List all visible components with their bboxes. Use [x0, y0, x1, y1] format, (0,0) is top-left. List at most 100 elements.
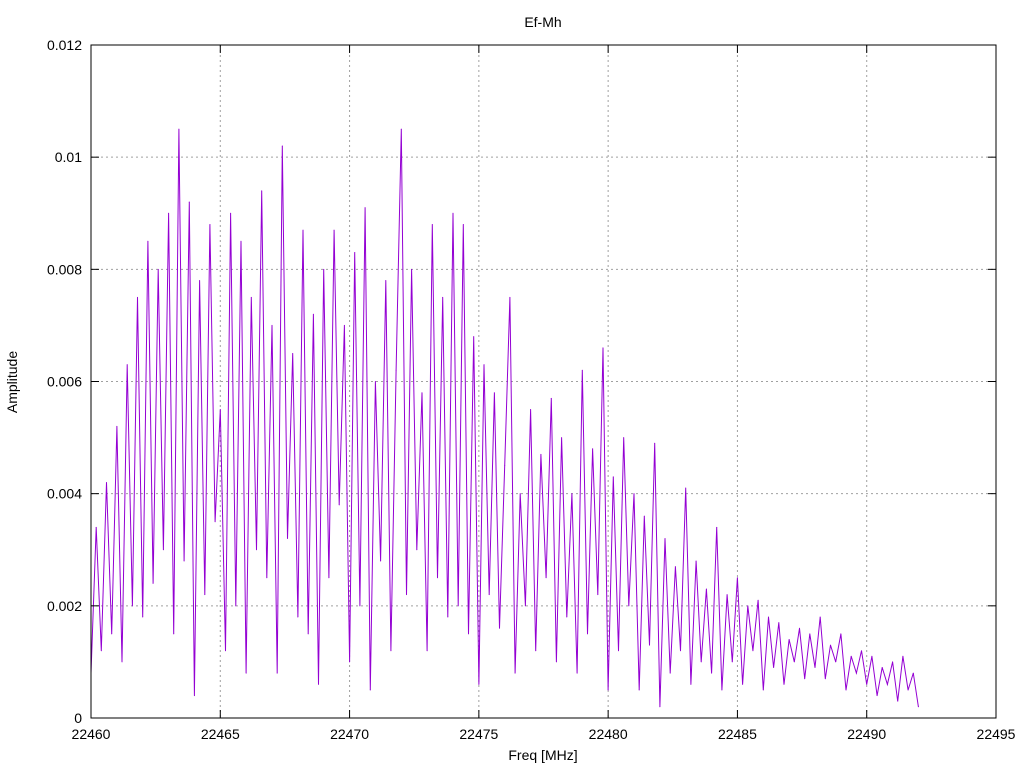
data-point [576, 672, 578, 674]
data-point [685, 487, 687, 489]
data-point [359, 605, 361, 607]
data-point [173, 633, 175, 635]
data-point [204, 594, 206, 596]
data-point [323, 268, 325, 270]
data-point [131, 605, 133, 607]
data-point [152, 582, 154, 584]
data-point [664, 538, 666, 540]
data-point [452, 212, 454, 214]
data-point [752, 650, 754, 652]
data-point [307, 633, 309, 635]
data-point [250, 296, 252, 298]
data-point [866, 683, 868, 685]
data-point [690, 683, 692, 685]
data-point [778, 622, 780, 624]
grid [91, 45, 996, 718]
data-point [819, 616, 821, 618]
data-point [442, 296, 444, 298]
data-point [111, 633, 113, 635]
data-point [385, 280, 387, 282]
data-point [633, 493, 635, 495]
data-point [845, 689, 847, 691]
data-point [209, 223, 211, 225]
data-point [447, 616, 449, 618]
data-point [705, 588, 707, 590]
data-point [178, 128, 180, 130]
data-point [462, 223, 464, 225]
data-point [902, 655, 904, 657]
y-axis-label: Amplitude [4, 351, 20, 413]
data-point [912, 672, 914, 674]
x-tick-label: 22470 [330, 726, 369, 742]
data-point [504, 465, 506, 467]
data-point [276, 672, 278, 674]
data-point [783, 683, 785, 685]
data-point [245, 672, 247, 674]
x-tick-label: 22460 [72, 726, 111, 742]
data-point [426, 650, 428, 652]
data-point [297, 616, 299, 618]
data-point [757, 599, 759, 601]
data-point [855, 672, 857, 674]
data-point [540, 453, 542, 455]
data-point [219, 409, 221, 411]
data-point [649, 644, 651, 646]
data-point [530, 409, 532, 411]
data-point [555, 661, 557, 663]
data-point [281, 145, 283, 147]
y-tick-label: 0.002 [47, 598, 82, 614]
data-point [721, 689, 723, 691]
data-point [680, 650, 682, 652]
data-point [261, 190, 263, 192]
data-point [193, 695, 195, 697]
data-point [623, 437, 625, 439]
y-tick-label: 0.006 [47, 374, 82, 390]
data-point [535, 650, 537, 652]
data-point [519, 493, 521, 495]
data-point [602, 347, 604, 349]
data-point [876, 695, 878, 697]
data-point [726, 594, 728, 596]
data-point [700, 661, 702, 663]
x-tick-label: 22465 [201, 726, 240, 742]
data-point [292, 352, 294, 354]
data-point [711, 672, 713, 674]
data-point [747, 605, 749, 607]
data-point [716, 526, 718, 528]
data-point [416, 549, 418, 551]
data-point [343, 324, 345, 326]
data-point [457, 605, 459, 607]
y-tick-label: 0 [74, 710, 82, 726]
data-point [121, 661, 123, 663]
data-point [214, 521, 216, 523]
data-point [162, 549, 164, 551]
data-point [318, 683, 320, 685]
data-point [524, 605, 526, 607]
y-tick-label: 0.01 [55, 149, 82, 165]
chart: 22460 22465 22470 22475 22480 22485 22490 22495… [4, 14, 1016, 763]
data-point [271, 324, 273, 326]
data-point [411, 268, 413, 270]
data-point [224, 650, 226, 652]
data-point [400, 128, 402, 130]
data-point [266, 577, 268, 579]
data-point [581, 369, 583, 371]
data-point [116, 425, 118, 427]
data-point [804, 678, 806, 680]
data-point [421, 392, 423, 394]
x-tick-label: 22475 [459, 726, 498, 742]
ticks: 22460 22465 22470 22475 22480 22485 22490 22495… [47, 37, 1016, 742]
data-point [468, 633, 470, 635]
x-tick-label: 22495 [977, 726, 1016, 742]
data-point [354, 252, 356, 254]
data-point [788, 638, 790, 640]
data-point [897, 700, 899, 702]
data-point [566, 616, 568, 618]
data-point [312, 313, 314, 315]
data-point [674, 566, 676, 568]
data-point [612, 476, 614, 478]
data-point [871, 655, 873, 657]
data-point [509, 296, 511, 298]
data-point [328, 577, 330, 579]
data-point [514, 672, 516, 674]
